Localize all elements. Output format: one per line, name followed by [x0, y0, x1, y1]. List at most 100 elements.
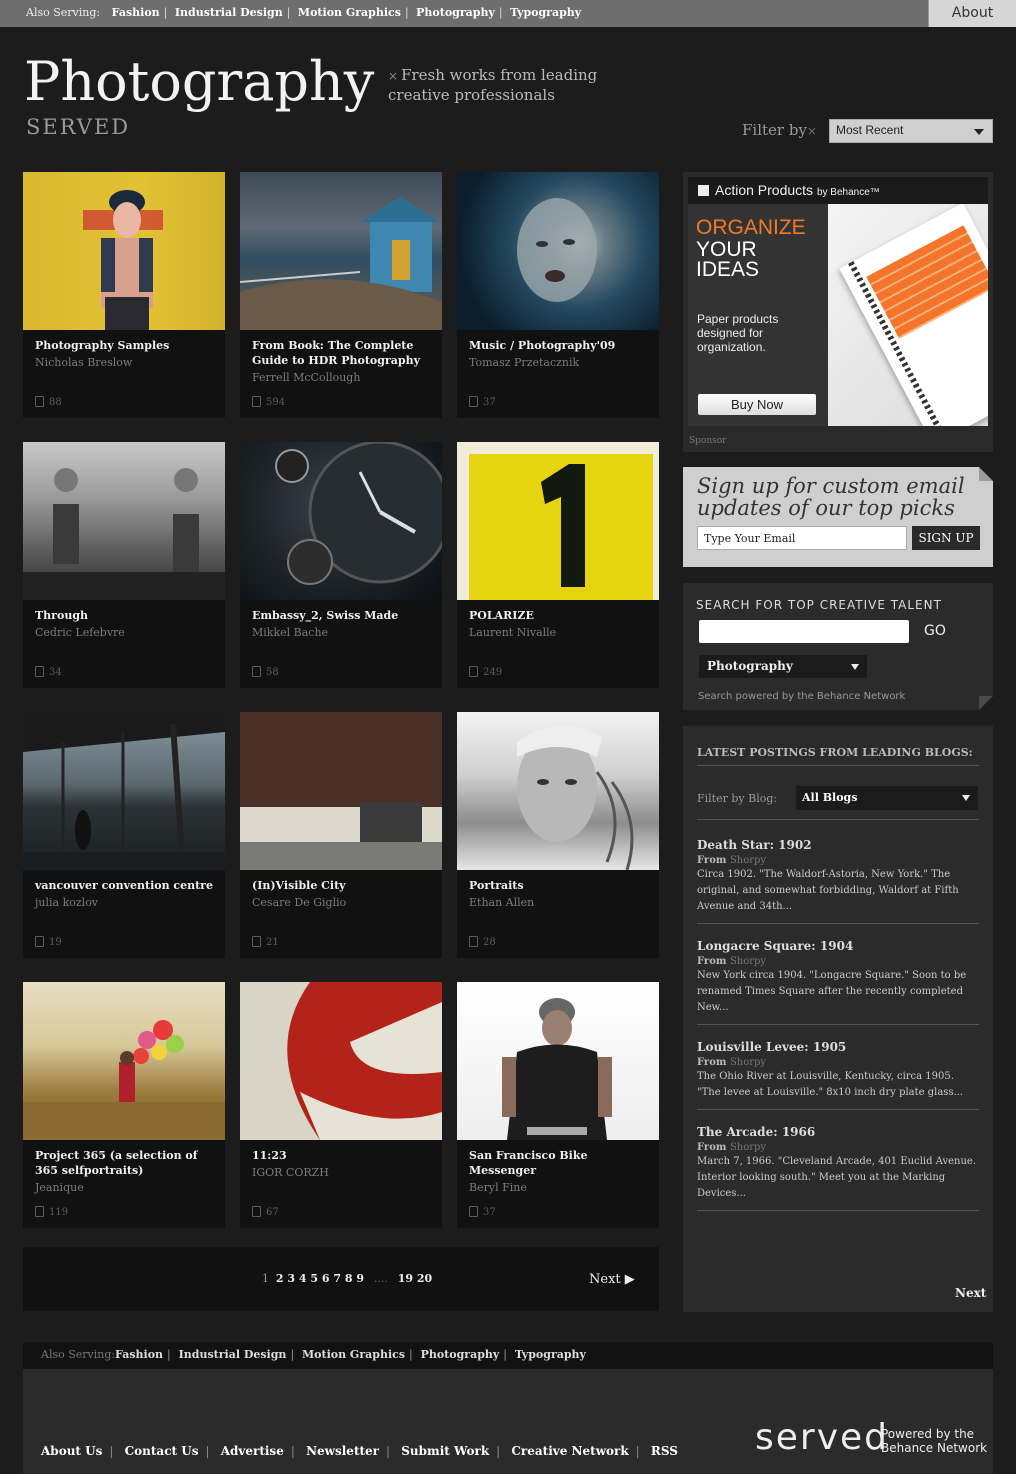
footer-link-about[interactable]: About Us — [41, 1444, 102, 1458]
footer-also-link-motion-graphics[interactable]: Motion Graphics — [302, 1348, 405, 1361]
project-card[interactable]: POLARIZE Laurent Nivalle 249 — [457, 442, 659, 688]
thumbs-icon — [252, 396, 261, 407]
project-card[interactable]: vancouver convention centre julia kozlov … — [23, 712, 225, 958]
project-card[interactable]: (In)Visible City Cesare De Giglio 21 — [240, 712, 442, 958]
project-thumbnail[interactable] — [23, 172, 225, 330]
footer-also-link-photography[interactable]: Photography — [421, 1348, 500, 1361]
footer-also-link-industrial-design[interactable]: Industrial Design — [179, 1348, 287, 1361]
project-card[interactable]: Project 365 (a selection of 365 selfport… — [23, 982, 225, 1228]
page-link[interactable]: 6 — [322, 1272, 330, 1285]
project-thumbnail[interactable] — [23, 712, 225, 871]
ad-body[interactable]: ORGANIZE YOUR IDEAS Paper products desig… — [688, 204, 988, 426]
search-input[interactable] — [699, 620, 909, 643]
project-card[interactable]: Photography Samples Nicholas Breslow 88 — [23, 172, 225, 418]
search-category-dropdown[interactable]: Photography — [699, 655, 867, 678]
page-subtitle: SERVED — [26, 115, 131, 139]
project-author[interactable]: Jeanique — [35, 1180, 217, 1195]
page-link[interactable]: 4 — [299, 1272, 307, 1285]
thumbs-icon — [35, 666, 44, 677]
project-title[interactable]: Project 365 (a selection of 365 selfport… — [35, 1149, 198, 1177]
project-card[interactable]: 11:23 IGOR CORZH 67 — [240, 982, 442, 1228]
project-author[interactable]: julia kozlov — [35, 895, 217, 910]
project-thumbnail[interactable] — [240, 712, 442, 870]
footer-link-advertise[interactable]: Advertise — [221, 1444, 284, 1458]
footer-link-creative-network[interactable]: Creative Network — [511, 1444, 628, 1458]
project-title[interactable]: Embassy_2, Swiss Made — [252, 609, 398, 622]
project-title[interactable]: Portraits — [469, 879, 524, 892]
project-thumbnail[interactable] — [23, 982, 225, 1140]
footer-also-serving: Also Serving: Fashion | Industrial Design… — [23, 1342, 993, 1369]
also-link-typography[interactable]: Typography — [510, 6, 581, 19]
project-thumbnail[interactable] — [457, 982, 659, 1140]
footer-link-rss[interactable]: RSS — [651, 1444, 678, 1458]
next-page-button[interactable]: Next ▶ — [589, 1272, 635, 1287]
project-author[interactable]: Beryl Fine — [469, 1180, 651, 1195]
page-link[interactable]: 8 — [345, 1272, 353, 1285]
project-title[interactable]: Through — [35, 609, 88, 622]
project-thumbnail[interactable] — [240, 440, 452, 600]
filter-dropdown[interactable]: Most Recent — [829, 119, 993, 143]
page-link[interactable]: 7 — [333, 1272, 341, 1285]
project-author[interactable]: Ethan Allen — [469, 895, 651, 910]
project-card[interactable]: Through Cedric Lefebvre 34 — [23, 442, 225, 688]
project-title[interactable]: San Francisco Bike Messenger — [469, 1149, 587, 1177]
project-author[interactable]: IGOR CORZH — [252, 1165, 434, 1180]
project-card[interactable]: Music / Photography'09 Tomasz Przetacznik… — [457, 172, 659, 418]
blog-post-title[interactable]: Death Star: 1902 — [697, 838, 979, 852]
project-thumbnail[interactable] — [240, 982, 442, 1140]
blog-post-title[interactable]: Longacre Square: 1904 — [697, 939, 979, 953]
search-go-button[interactable]: GO — [924, 623, 946, 639]
project-card[interactable]: Portraits Ethan Allen 28 — [457, 712, 659, 958]
project-author[interactable]: Nicholas Breslow — [35, 355, 217, 370]
project-title[interactable]: (In)Visible City — [252, 879, 346, 892]
project-card[interactable]: Embassy_2, Swiss Made Mikkel Bache 58 — [240, 440, 452, 688]
project-title[interactable]: POLARIZE — [469, 609, 534, 622]
signup-button[interactable]: SIGN UP — [912, 526, 980, 550]
project-thumbnail[interactable] — [457, 442, 659, 600]
footer: About Us | Contact Us | Advertise | Newslet… — [23, 1369, 993, 1474]
footer-link-contact[interactable]: Contact Us — [125, 1444, 199, 1458]
also-link-fashion[interactable]: Fashion — [112, 6, 160, 19]
buy-now-button[interactable]: Buy Now — [698, 394, 816, 415]
project-thumbnail[interactable] — [457, 172, 659, 330]
page-link[interactable]: 20 — [417, 1272, 432, 1285]
also-link-photography[interactable]: Photography — [416, 6, 495, 19]
project-title[interactable]: Music / Photography'09 — [469, 339, 615, 352]
also-link-industrial-design[interactable]: Industrial Design — [175, 6, 283, 19]
project-author[interactable]: Mikkel Bache — [252, 625, 434, 640]
also-link-motion-graphics[interactable]: Motion Graphics — [298, 6, 401, 19]
blog-filter-dropdown[interactable]: All Blogs — [796, 786, 978, 810]
blog-post-title[interactable]: The Arcade: 1966 — [697, 1125, 979, 1139]
page-link[interactable]: 19 — [398, 1272, 413, 1285]
footer-link-submit-work[interactable]: Submit Work — [401, 1444, 489, 1458]
email-field[interactable]: Type Your Email — [697, 526, 907, 550]
about-tab[interactable]: About — [928, 0, 1016, 27]
project-author[interactable]: Tomasz Przetacznik — [469, 355, 651, 370]
blogs-next-button[interactable]: Next — [955, 1286, 986, 1300]
project-title[interactable]: Photography Samples — [35, 339, 169, 352]
project-card[interactable]: San Francisco Bike Messenger Beryl Fine 3… — [457, 982, 659, 1228]
project-title[interactable]: From Book: The Complete Guide to HDR Pho… — [252, 339, 420, 367]
project-author[interactable]: Cesare De Giglio — [252, 895, 434, 910]
footer-also-link-fashion[interactable]: Fashion — [115, 1348, 163, 1361]
page-link[interactable]: 9 — [356, 1272, 364, 1285]
served-logo[interactable]: served — [755, 1417, 889, 1458]
page-link[interactable]: 2 — [276, 1272, 284, 1285]
blog-post-excerpt: The Ohio River at Louisville, Kentucky, … — [697, 1071, 964, 1098]
footer-also-link-typography[interactable]: Typography — [515, 1348, 586, 1361]
thumbs-icon — [35, 396, 44, 407]
project-thumbnail[interactable] — [239, 172, 442, 330]
project-card[interactable]: From Book: The Complete Guide to HDR Pho… — [239, 172, 442, 418]
project-author[interactable]: Cedric Lefebvre — [35, 625, 217, 640]
project-thumbnail[interactable] — [457, 712, 659, 871]
project-title[interactable]: vancouver convention centre — [35, 879, 213, 892]
project-author[interactable]: Laurent Nivalle — [469, 625, 651, 640]
project-title[interactable]: 11:23 — [252, 1149, 287, 1162]
footer-link-newsletter[interactable]: Newsletter — [306, 1444, 379, 1458]
blog-post-title[interactable]: Louisville Levee: 1905 — [697, 1040, 979, 1054]
page-title: Photography — [24, 50, 375, 113]
project-thumbnail[interactable] — [23, 442, 225, 600]
page-link[interactable]: 3 — [287, 1272, 295, 1285]
project-author[interactable]: Ferrell McCollough — [252, 370, 434, 385]
page-link[interactable]: 5 — [310, 1272, 318, 1285]
